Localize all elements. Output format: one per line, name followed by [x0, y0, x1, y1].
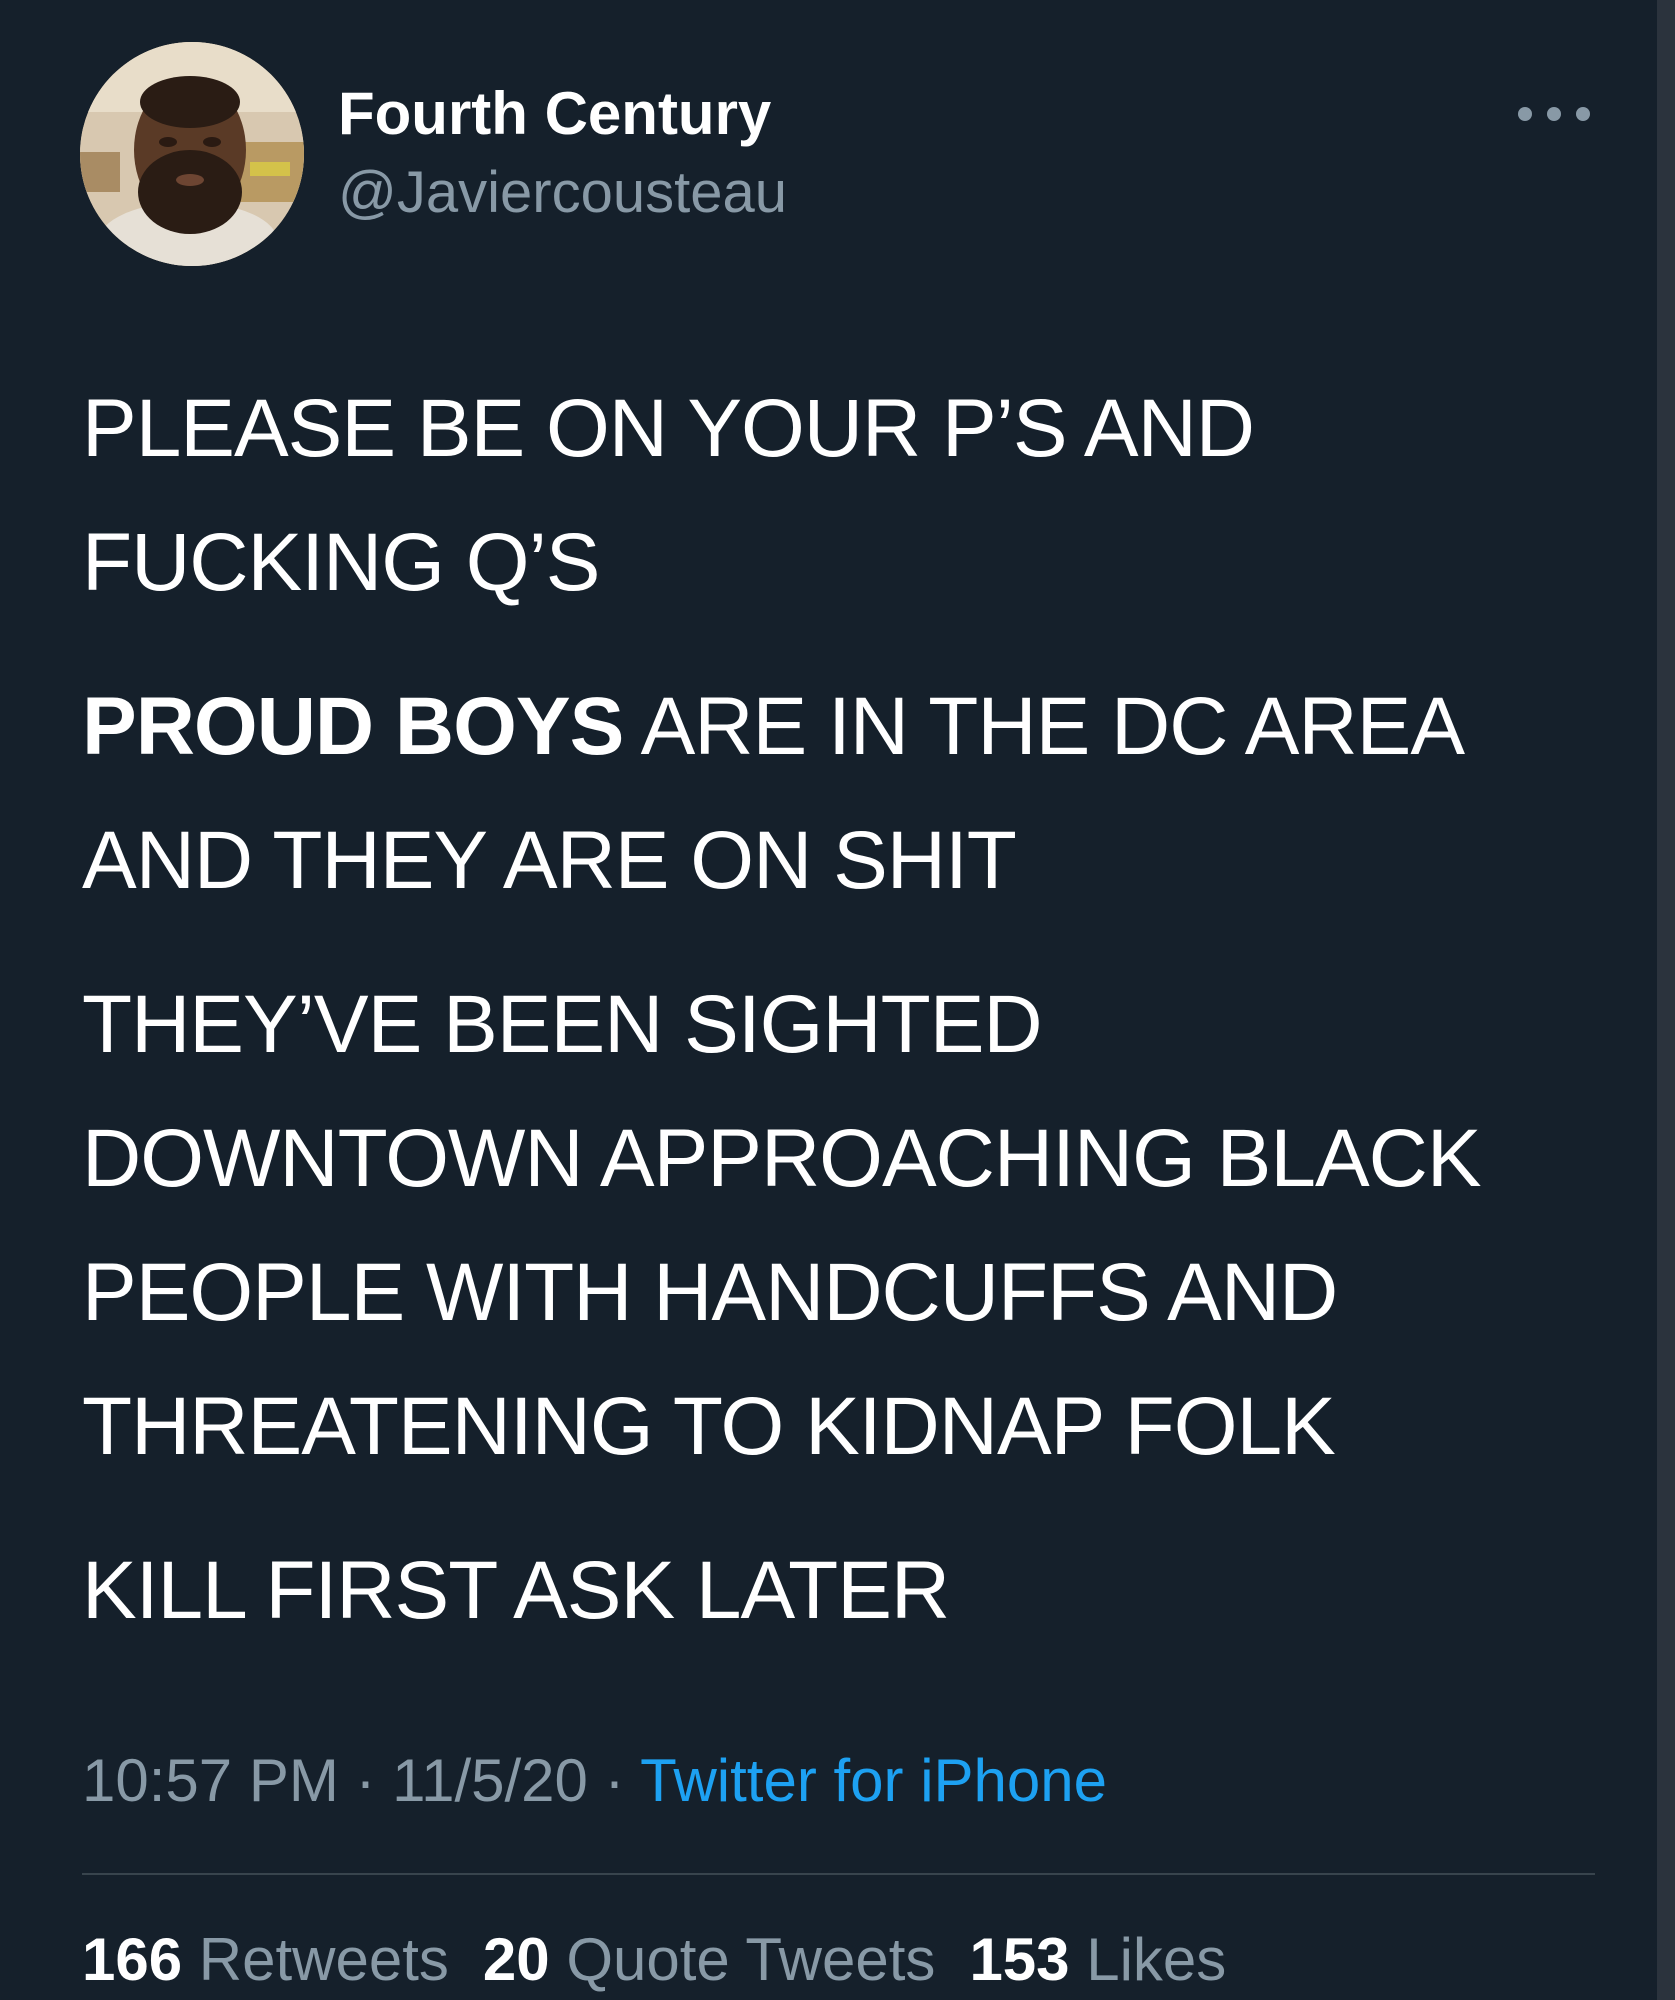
tweet-bold-text: PROUD BOYS [82, 681, 624, 772]
tweet-line: PEOPLE WITH HANDCUFFS AND [82, 1247, 1338, 1338]
likes-label: Likes [1086, 1926, 1227, 1993]
tweet-line: DOWNTOWN APPROACHING BLACK [82, 1113, 1482, 1204]
meta-separator: · [338, 1747, 393, 1814]
retweets-stat[interactable]: 166 Retweets [82, 1925, 449, 1995]
avatar-photo [80, 42, 304, 266]
tweet-line: THREATENING TO KIDNAP FOLK [82, 1381, 1336, 1472]
divider [82, 1873, 1595, 1875]
retweets-count: 166 [82, 1926, 183, 1993]
quote-tweets-label: Quote Tweets [566, 1926, 936, 1993]
tweet-line: PROUD BOYS ARE IN THE DC AREA [82, 660, 1602, 794]
tweet-text-segment: ARE IN THE DC AREA [623, 681, 1465, 772]
tweet-stats: 166 Retweets 20 Quote Tweets 153 Likes [82, 1925, 1260, 1995]
user-handle[interactable]: @Javiercousteau [338, 158, 787, 228]
avatar[interactable] [80, 42, 304, 266]
tweet-line: THEY’VE BEEN SIGHTED [82, 979, 1043, 1070]
tweet-source-link[interactable]: Twitter for iPhone [640, 1747, 1107, 1814]
tweet-paragraph: PLEASE BE ON YOUR P’S AND FUCKING Q’S [82, 362, 1602, 630]
likes-count: 153 [969, 1926, 1070, 1993]
tweet-detail: Fourth Century @Javiercousteau PLEASE BE… [0, 0, 1675, 2000]
likes-stat[interactable]: 153 Likes [969, 1925, 1226, 1995]
tweet-date[interactable]: 11/5/20 [392, 1747, 588, 1814]
tweet-line: KILL FIRST ASK LATER [82, 1545, 950, 1636]
more-dots-icon [1547, 107, 1561, 121]
more-options-button[interactable] [1518, 92, 1590, 136]
tweet-paragraph: THEY’VE BEEN SIGHTED DOWNTOWN APPROACHIN… [82, 958, 1602, 1494]
tweet-paragraph: PROUD BOYS ARE IN THE DC AREA AND THEY A… [82, 660, 1602, 928]
tweet-time[interactable]: 10:57 PM [82, 1747, 339, 1814]
tweet-line: PLEASE BE ON YOUR P’S AND [82, 383, 1255, 474]
meta-separator: · [587, 1747, 641, 1814]
tweet-line: AND THEY ARE ON SHIT [82, 815, 1017, 906]
tweet-paragraph: KILL FIRST ASK LATER [82, 1524, 1602, 1658]
quote-tweets-count: 20 [482, 1926, 550, 1993]
more-dots-icon [1518, 107, 1532, 121]
tweet-line: FUCKING Q’S [82, 517, 600, 608]
screen-edge [1657, 0, 1675, 2000]
display-name[interactable]: Fourth Century [338, 78, 771, 150]
quote-tweets-stat[interactable]: 20 Quote Tweets [483, 1925, 936, 1995]
tweet-text: PLEASE BE ON YOUR P’S AND FUCKING Q’S PR… [82, 362, 1602, 1688]
more-dots-icon [1576, 107, 1590, 121]
retweets-label: Retweets [198, 1926, 449, 1993]
tweet-meta: 10:57 PM · 11/5/20 · Twitter for iPhone [82, 1746, 1107, 1816]
